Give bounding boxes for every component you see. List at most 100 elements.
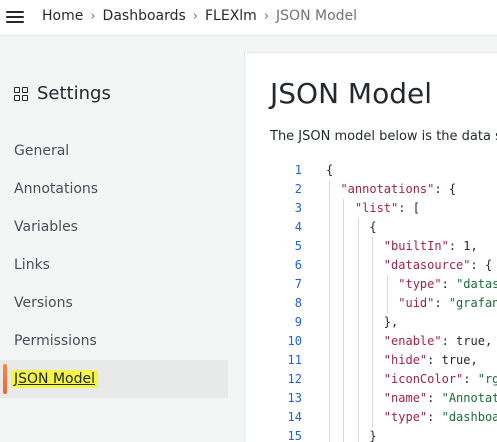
indent-guide — [343, 218, 345, 237]
line-number: 2 — [294, 182, 302, 196]
sidebar-item-json-model[interactable]: JSON Model — [0, 360, 228, 398]
settings-heading: Settings — [14, 83, 111, 104]
indent-guide — [329, 370, 330, 389]
code-line: 6 "datasource": { — [270, 256, 497, 275]
code-line: 3 "list": [ — [270, 199, 497, 218]
indent-guide — [343, 256, 345, 275]
breadcrumb-current: JSON Model — [276, 8, 358, 24]
sidebar-item-general[interactable]: General — [0, 132, 228, 170]
indent-guide — [343, 389, 345, 408]
line-number: 15 — [287, 429, 302, 442]
sidebar-item-links[interactable]: Links — [0, 246, 228, 284]
indent-guide — [329, 237, 330, 256]
indent-guide — [357, 294, 359, 313]
code-text: "builtIn": 1, — [383, 239, 478, 253]
chevron-right-icon: › — [192, 8, 198, 24]
indent-guide — [343, 427, 345, 442]
code-text: "type": "datasource", — [398, 277, 497, 291]
indent-guide — [329, 275, 330, 294]
breadcrumb-dashboard[interactable]: FLEXlm — [205, 8, 257, 24]
chevron-right-icon: › — [90, 8, 96, 24]
menu-icon[interactable] — [6, 10, 24, 24]
settings-sidebar: Settings General Annotations Variables L… — [0, 36, 244, 442]
line-number: 10 — [287, 334, 302, 348]
indent-guide — [329, 199, 330, 218]
indent-guide — [357, 313, 359, 332]
line-number: 14 — [287, 410, 302, 424]
indent-guide — [357, 427, 359, 442]
line-number: 12 — [287, 372, 302, 386]
page-title: JSON Model — [270, 77, 432, 110]
code-line: 12 "iconColor": "rgba(0, 211, 255, 1)", — [270, 370, 497, 389]
chevron-right-icon: › — [263, 8, 270, 24]
settings-title: Settings — [37, 83, 111, 104]
code-line: 15 } — [270, 427, 497, 442]
line-number: 5 — [294, 239, 302, 253]
json-code-editor[interactable]: 1{2 "annotations": {3 "list": [4 {5 "bui… — [270, 161, 497, 442]
indent-guide — [329, 389, 330, 408]
code-text: "type": "dashboard" — [383, 410, 497, 424]
main-panel: JSON Model The JSON model below is the d… — [244, 52, 497, 442]
indent-guide — [357, 275, 359, 294]
indent-guide — [343, 370, 345, 389]
code-text: "enable": true, — [383, 334, 493, 348]
indent-guide — [357, 351, 359, 370]
indent-guide — [357, 256, 359, 275]
indent-guide — [372, 389, 374, 408]
indent-guide — [329, 294, 330, 313]
code-line: 8 "uid": "grafana" — [270, 294, 497, 313]
indent-guide — [386, 275, 388, 294]
code-line: 11 "hide": true, — [270, 351, 497, 370]
code-line: 1{ — [270, 161, 497, 180]
indent-guide — [329, 313, 330, 332]
indent-guide — [372, 275, 374, 294]
code-line: 9 }, — [270, 313, 497, 332]
code-line: 13 "name": "Annotations & Alerts", — [270, 389, 497, 408]
indent-guide — [372, 351, 374, 370]
indent-guide — [372, 294, 374, 313]
indent-guide — [357, 370, 359, 389]
indent-guide — [372, 370, 374, 389]
code-line: 14 "type": "dashboard" — [270, 408, 497, 427]
code-line: 2 "annotations": { — [270, 180, 497, 199]
indent-guide — [357, 237, 359, 256]
line-number: 8 — [294, 296, 302, 310]
code-text: { — [326, 220, 377, 234]
page-description: The JSON model below is the data structu… — [270, 129, 497, 144]
line-number: 13 — [287, 391, 302, 405]
code-text: "name": "Annotations & Alerts", — [383, 391, 497, 405]
sidebar-item-permissions[interactable]: Permissions — [0, 322, 228, 360]
code-text: "annotations": { — [340, 182, 457, 196]
code-text: "datasource": { — [383, 258, 493, 272]
indent-guide — [329, 218, 330, 237]
indent-guide — [343, 351, 345, 370]
code-text: "hide": true, — [383, 353, 478, 367]
line-number: 1 — [294, 163, 302, 177]
indent-guide — [329, 256, 330, 275]
indent-guide — [329, 180, 330, 199]
code-text: } — [326, 429, 377, 442]
indent-guide — [343, 237, 345, 256]
indent-guide — [357, 218, 359, 237]
indent-guide — [343, 294, 345, 313]
line-number: 3 — [294, 201, 302, 215]
code-line: 4 { — [270, 218, 497, 237]
indent-guide — [357, 332, 359, 351]
code-line: 7 "type": "datasource", — [270, 275, 497, 294]
code-line: 10 "enable": true, — [270, 332, 497, 351]
breadcrumb-home[interactable]: Home — [42, 8, 83, 24]
breadcrumb-dashboards[interactable]: Dashboards — [103, 8, 186, 24]
indent-guide — [357, 408, 359, 427]
sidebar-item-versions[interactable]: Versions — [0, 284, 228, 322]
code-text: "iconColor": "rgba(0, 211, 255, 1)", — [383, 372, 497, 386]
indent-guide — [343, 199, 345, 218]
indent-guide — [343, 275, 345, 294]
apps-icon — [14, 86, 28, 101]
sidebar-item-variables[interactable]: Variables — [0, 208, 228, 246]
indent-guide — [343, 408, 345, 427]
sidebar-item-annotations[interactable]: Annotations — [0, 170, 228, 208]
code-line: 5 "builtIn": 1, — [270, 237, 497, 256]
indent-guide — [357, 389, 359, 408]
indent-guide — [372, 313, 374, 332]
indent-guide — [329, 408, 330, 427]
